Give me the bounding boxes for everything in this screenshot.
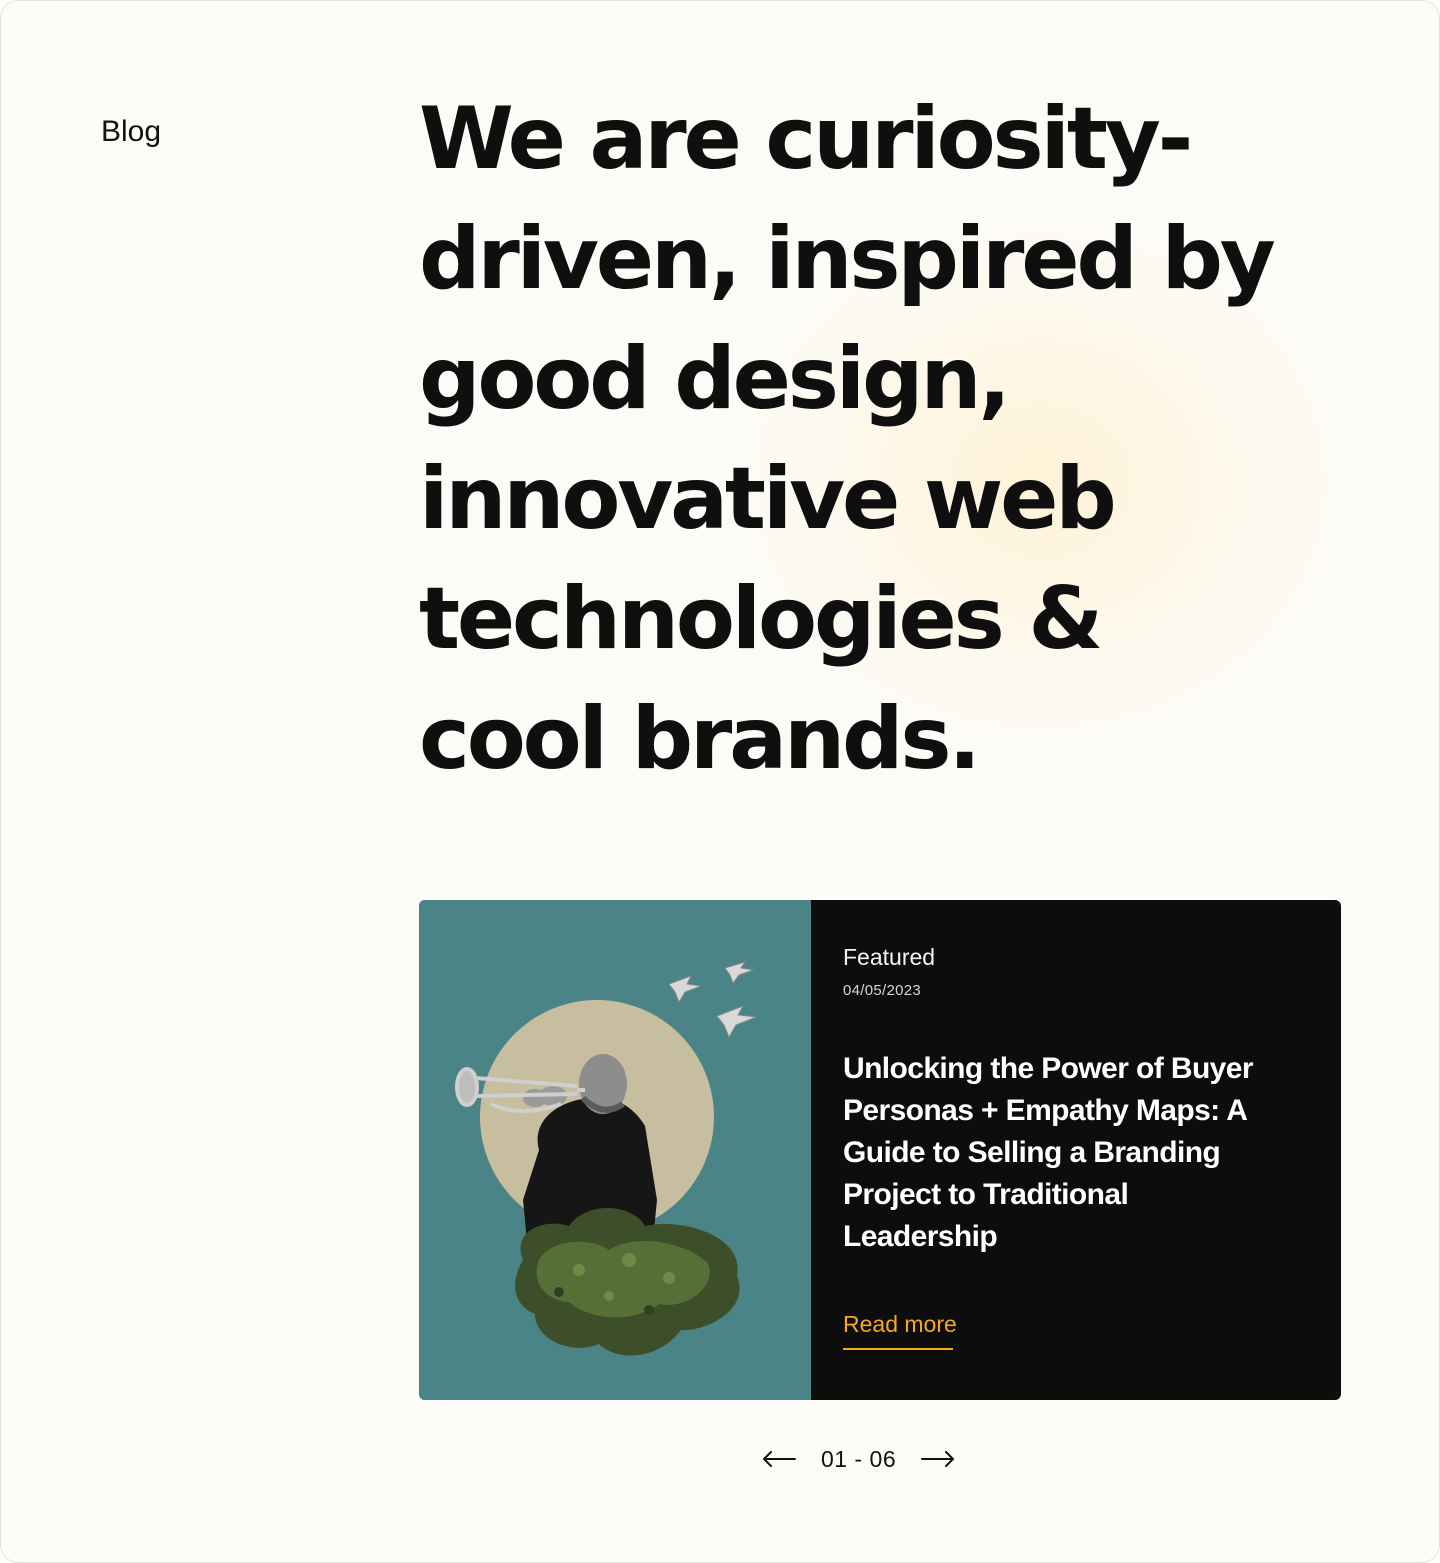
- hero-headline: We are curiosity- driven, inspired by go…: [419, 79, 1319, 799]
- page-counter: 01 - 06: [821, 1446, 897, 1472]
- page-frame: Blog We are curiosity- driven, inspired …: [0, 0, 1440, 1563]
- hero-line: good design,: [419, 329, 1011, 429]
- section-label: Blog: [101, 115, 162, 148]
- hero-line: innovative web: [419, 449, 1117, 549]
- featured-post-card[interactable]: Featured 04/05/2023 Unlocking the Power …: [419, 900, 1341, 1400]
- arrow-left-icon[interactable]: [761, 1441, 797, 1477]
- featured-post-image[interactable]: [419, 900, 811, 1400]
- hero-line: driven, inspired by: [419, 209, 1276, 309]
- pagination: 01 - 06: [761, 1437, 956, 1481]
- hero-line: We are curiosity-: [419, 89, 1193, 189]
- featured-tag: Featured: [843, 944, 936, 970]
- trumpet-player-illustration: [419, 900, 811, 1400]
- post-date: 04/05/2023: [843, 982, 922, 999]
- post-title[interactable]: Unlocking the Power of Buyer Personas + …: [843, 1048, 1283, 1258]
- hero-line: cool brands.: [419, 689, 981, 789]
- read-more-link[interactable]: Read more: [843, 1308, 957, 1350]
- featured-post-content: Featured 04/05/2023 Unlocking the Power …: [811, 900, 1341, 1400]
- hero-line: technologies &: [419, 569, 1103, 669]
- arrow-right-icon[interactable]: [920, 1441, 956, 1477]
